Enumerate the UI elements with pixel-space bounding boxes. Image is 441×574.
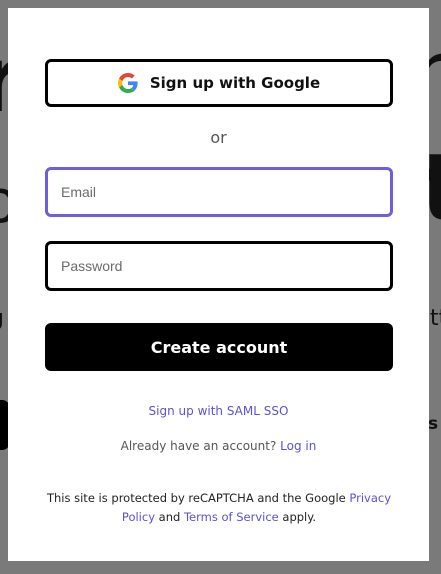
password-field[interactable] (45, 241, 393, 291)
recaptcha-and-text: and (158, 510, 181, 524)
background-text-fragment: s (428, 414, 439, 434)
login-prompt-row: Already have an account? Log in (8, 439, 429, 453)
signup-modal: Sign up with Google or Create account Si… (8, 8, 429, 561)
saml-sso-row: Sign up with SAML SSO (8, 404, 429, 418)
email-field[interactable] (45, 167, 393, 217)
google-signup-label: Sign up with Google (149, 74, 321, 92)
saml-sso-link[interactable]: Sign up with SAML SSO (149, 404, 289, 418)
background-text-fragment: tt (430, 306, 441, 331)
google-icon (117, 73, 138, 93)
login-link[interactable]: Log in (280, 439, 316, 453)
recaptcha-text: This site is protected by reCAPTCHA and … (46, 491, 346, 505)
create-account-button[interactable]: Create account (45, 323, 393, 371)
recaptcha-suffix-text: apply. (282, 510, 317, 524)
or-divider: or (210, 128, 227, 147)
terms-of-service-link[interactable]: Terms of Service (184, 510, 279, 524)
background-text-fragment: g (0, 308, 4, 330)
recaptcha-notice: This site is protected by reCAPTCHA and … (44, 489, 394, 527)
google-signup-button[interactable]: Sign up with Google (45, 59, 393, 107)
login-prompt-text: Already have an account? (120, 439, 277, 453)
